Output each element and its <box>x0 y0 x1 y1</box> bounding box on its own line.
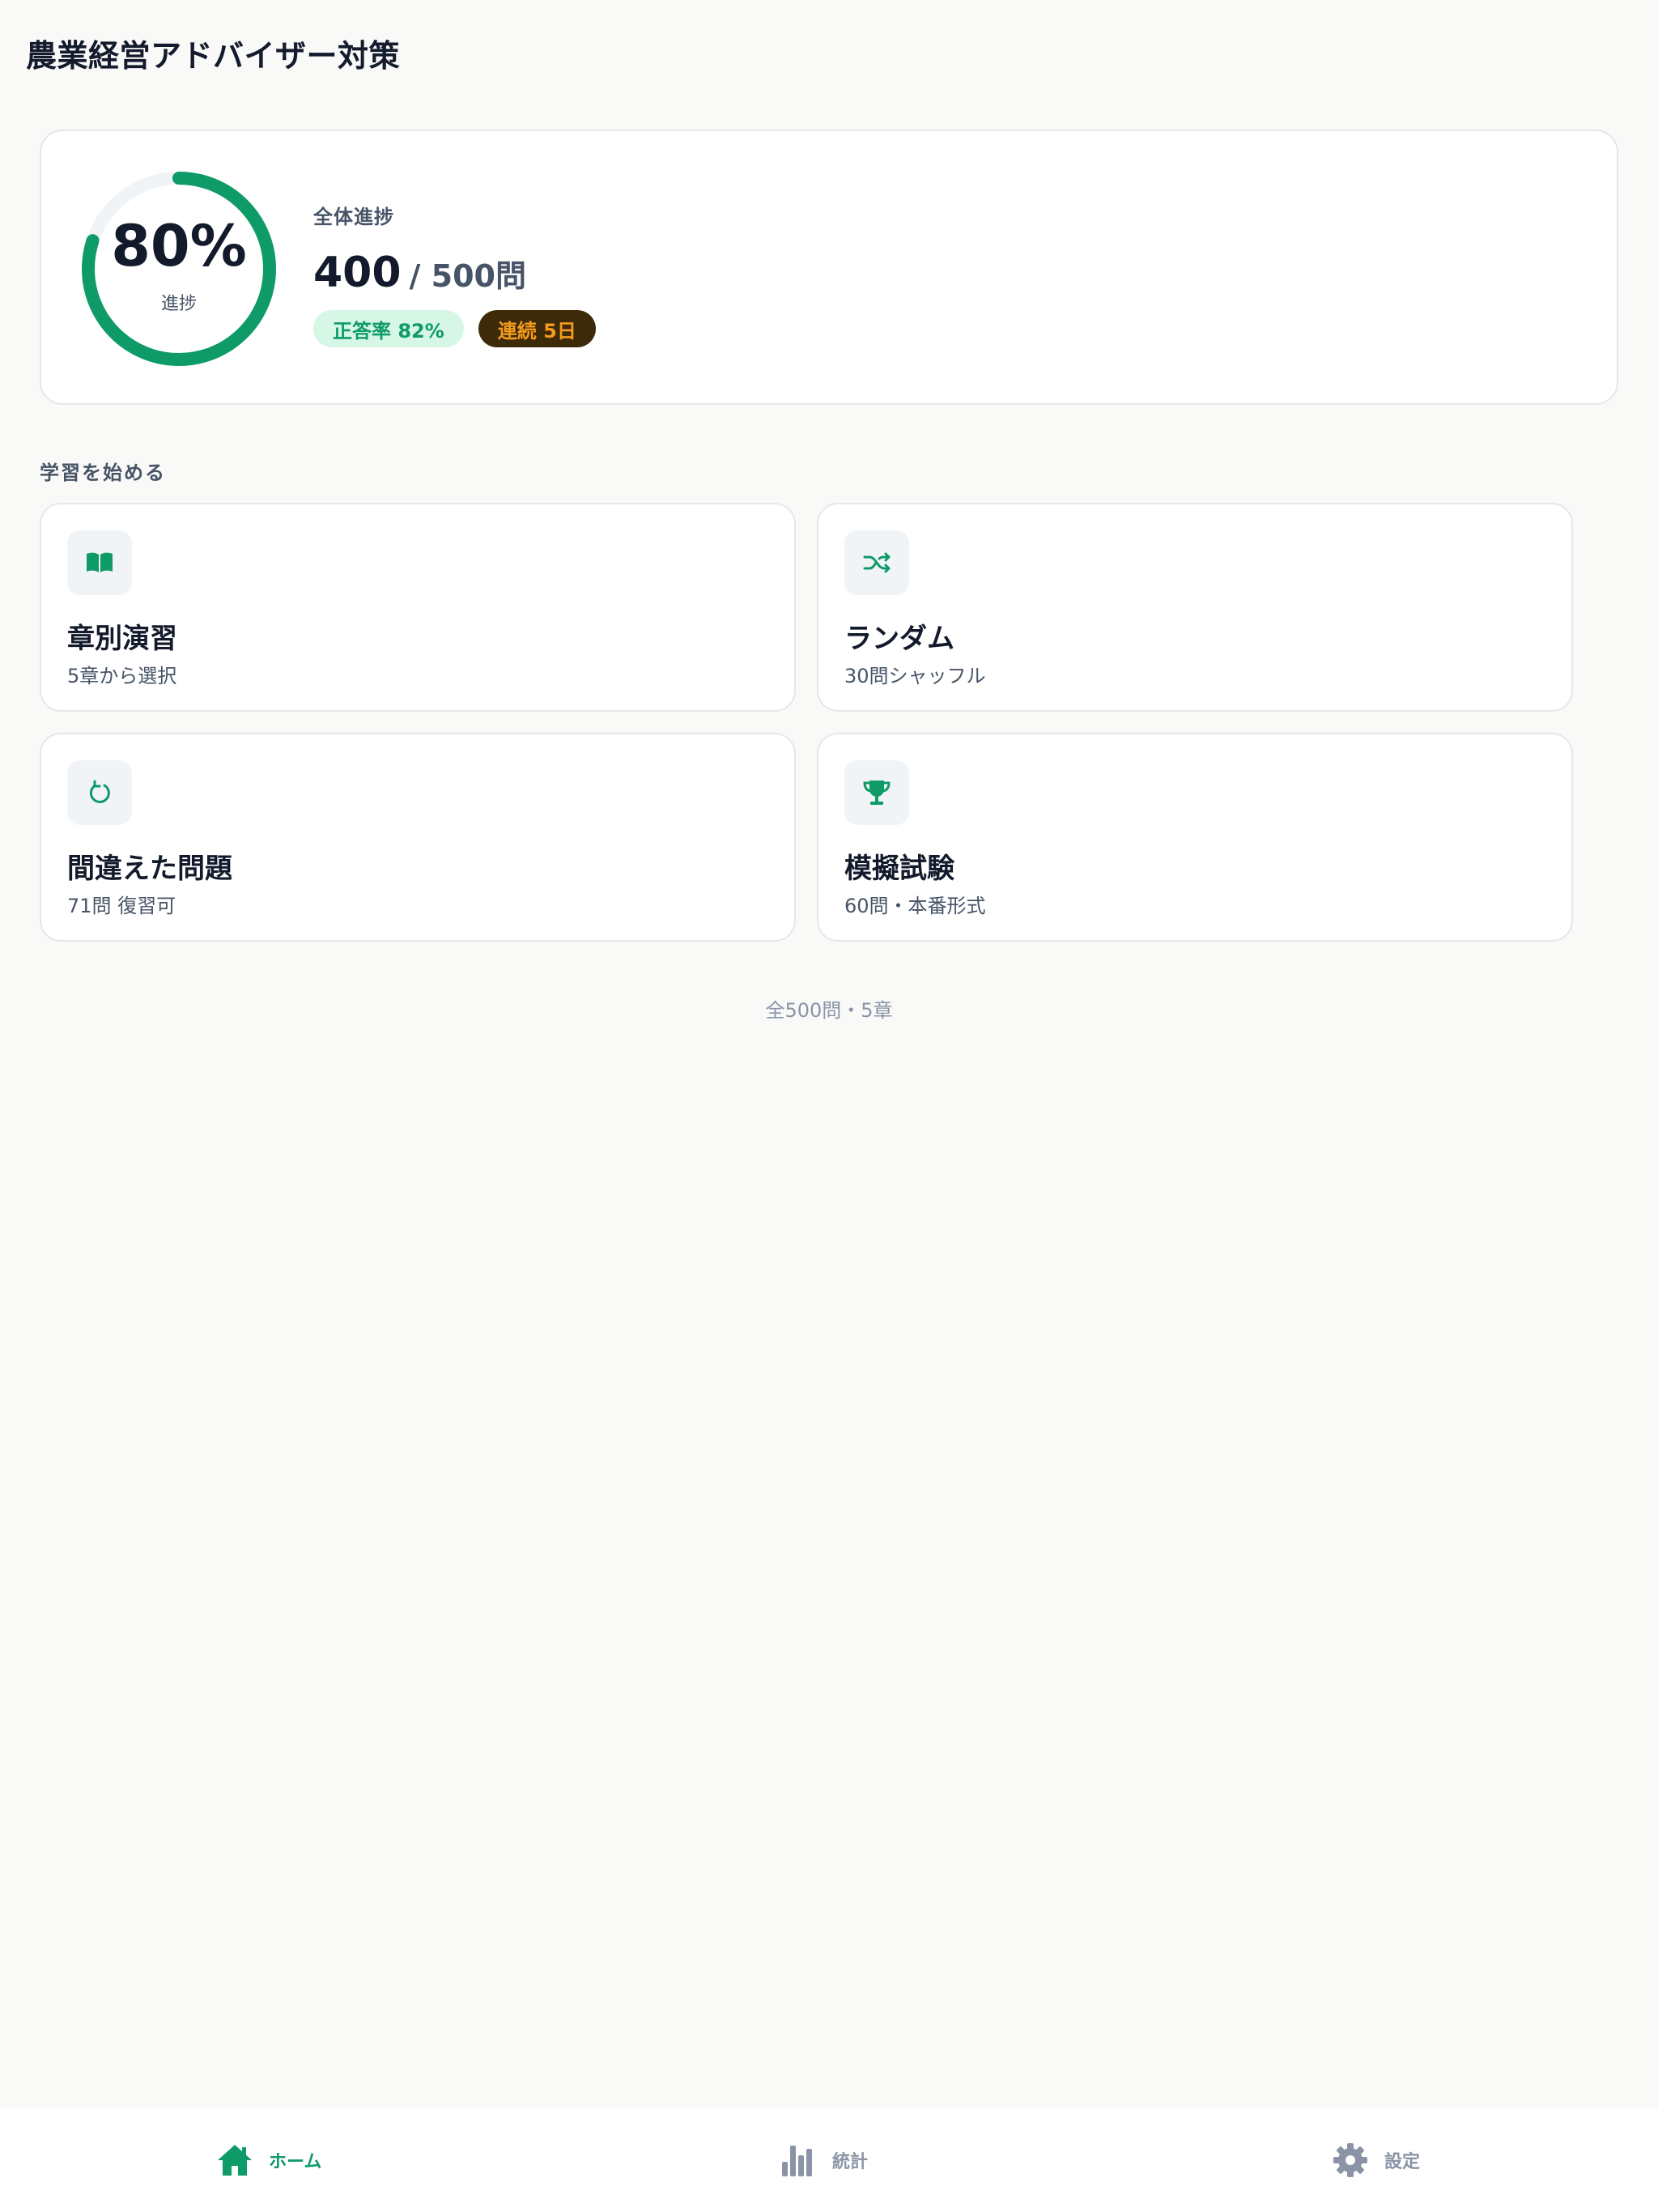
progress-badges: 正答率 82% 連続 5日 <box>313 310 596 347</box>
overall-progress-card: 80% 進捗 全体進捗 400 / 500問 正答率 82% 連続 5日 <box>40 130 1618 405</box>
streak-badge: 連続 5日 <box>478 310 596 347</box>
refresh-icon <box>67 760 132 825</box>
book-icon <box>67 530 132 595</box>
wrong-questions-card[interactable]: 間違えた問題 71問 復習可 <box>40 733 796 942</box>
tab-settings[interactable]: 設定 <box>1331 2108 1420 2212</box>
menu-title: 章別演習 <box>67 623 177 655</box>
menu-subtitle: 71問 復習可 <box>67 895 176 917</box>
chapter-practice-card[interactable]: 章別演習 5章から選択 <box>40 503 796 712</box>
questions-total: / 500問 <box>409 258 526 294</box>
accuracy-badge: 正答率 82% <box>313 310 464 347</box>
home-icon <box>218 2145 252 2176</box>
tab-home[interactable]: ホーム <box>215 2108 321 2212</box>
menu-subtitle: 30問シャッフル <box>844 665 986 687</box>
tab-label: 設定 <box>1384 2152 1421 2172</box>
progress-percent: 80% <box>111 213 247 279</box>
trophy-icon <box>844 760 909 825</box>
home-screen: 農業経営アドバイザー対策 80% 進捗 全体進捗 400 / 500問 正答率 … <box>0 0 1658 2212</box>
progress-info: 全体進捗 400 / 500問 正答率 82% 連続 5日 <box>313 201 596 347</box>
random-practice-card[interactable]: ランダム 30問シャッフル <box>817 503 1573 712</box>
progress-ring: 80% 進捗 <box>77 167 281 371</box>
menu-title: 間違えた問題 <box>67 853 232 885</box>
section-label: 学習を始める <box>40 462 166 484</box>
shuffle-icon <box>844 530 909 595</box>
tab-label: ホーム <box>269 2152 322 2172</box>
menu-title: 模擬試験 <box>844 853 954 885</box>
menu-subtitle: 5章から選択 <box>67 665 177 687</box>
menu-subtitle: 60問・本番形式 <box>844 895 986 917</box>
tab-label: 統計 <box>832 2152 869 2172</box>
mock-exam-card[interactable]: 模擬試験 60問・本番形式 <box>817 733 1573 942</box>
app-title: 農業経営アドバイザー対策 <box>26 38 401 74</box>
question-summary-note: 全500問・5章 <box>765 999 893 1022</box>
gear-icon <box>1333 2143 1367 2177</box>
progress-heading: 全体進捗 <box>313 206 394 228</box>
tab-stats[interactable]: 統計 <box>779 2108 868 2212</box>
progress-count: 400 / 500問 <box>313 249 596 297</box>
questions-done: 400 <box>313 249 402 297</box>
progress-ring-label: 進捗 <box>160 294 197 314</box>
bar-chart-icon <box>782 2146 812 2176</box>
menu-title: ランダム <box>844 623 954 655</box>
bottom-tab-bar: ホーム 統計 設定 <box>0 2108 1658 2212</box>
